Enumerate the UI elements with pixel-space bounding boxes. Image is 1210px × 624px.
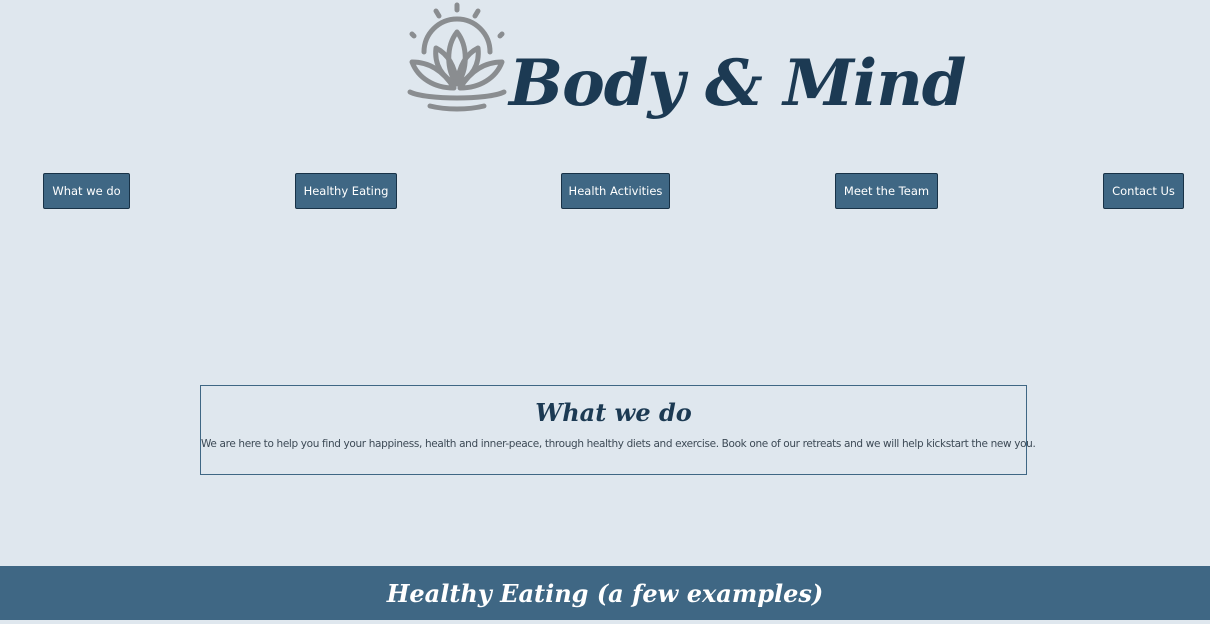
what-we-do-section: What we do We are here to help you find … <box>200 385 1036 475</box>
what-we-do-heading: What we do <box>535 398 692 427</box>
nav-meet-the-team-button[interactable]: Meet the Team <box>835 173 938 209</box>
lotus-icon <box>402 2 512 114</box>
nav-contact-us-button[interactable]: Contact Us <box>1103 173 1184 209</box>
healthy-eating-banner: Healthy Eating (a few examples) <box>0 566 1210 620</box>
brand-title: Body & Mind <box>509 46 966 121</box>
site-header: Body & Mind <box>0 0 1210 140</box>
nav-what-we-do-button[interactable]: What we do <box>43 173 130 209</box>
nav-healthy-eating-button[interactable]: Healthy Eating <box>295 173 397 209</box>
nav-health-activities-button[interactable]: Health Activities <box>561 173 670 209</box>
what-we-do-text: We are here to help you find your happin… <box>201 438 1036 450</box>
healthy-eating-heading: Healthy Eating (a few examples) <box>386 578 824 608</box>
